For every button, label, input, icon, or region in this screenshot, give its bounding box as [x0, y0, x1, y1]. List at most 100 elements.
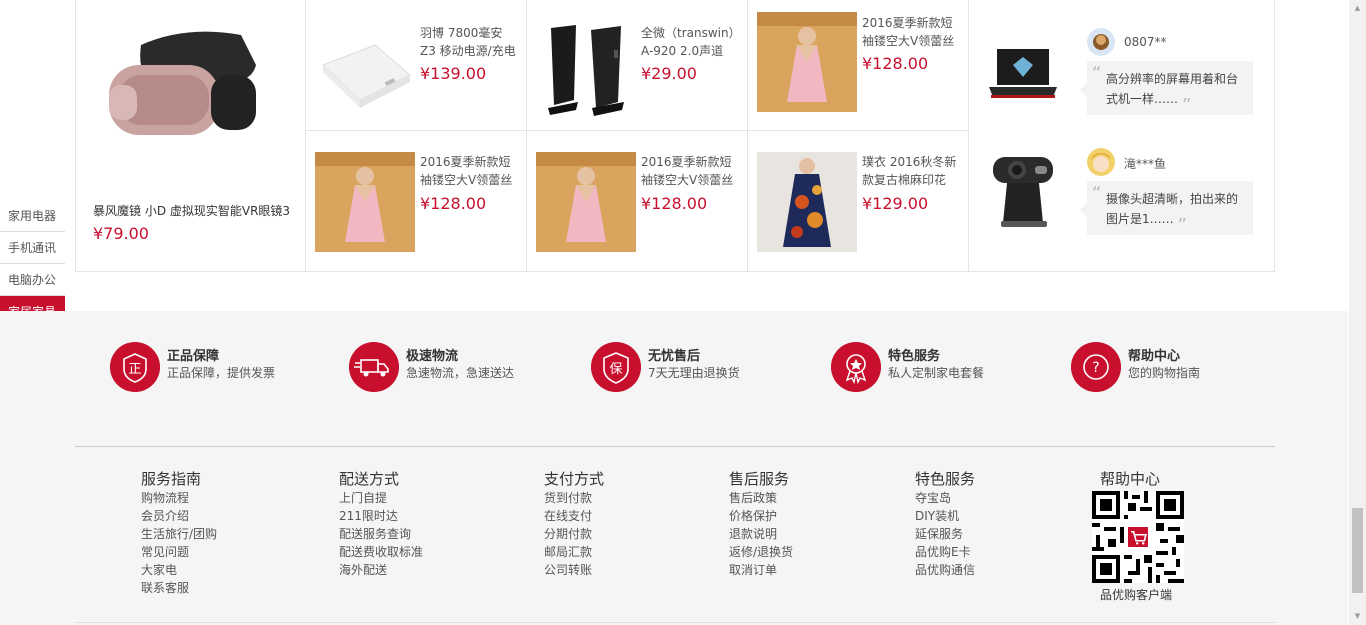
footer-col-service-guide: 服务指南 购物流程 会员介绍 生活旅行/团购 常见问题 大家电 联系客服	[141, 469, 217, 597]
page-scrollbar[interactable]: ▲ ▼	[1349, 0, 1366, 625]
svg-text:?: ?	[1092, 360, 1099, 376]
product-price: ¥29.00	[641, 64, 697, 83]
quote-open-icon: “	[1092, 183, 1102, 204]
webcam-image[interactable]	[987, 149, 1059, 239]
featured-product[interactable]: 暴风魔镜 小D 虚拟现实智能VR眼镜3 ¥79.00	[76, 0, 306, 271]
floral-dress-image[interactable]	[757, 152, 857, 252]
footer-link[interactable]: 海外配送	[339, 561, 423, 579]
service-title: 正品保障	[167, 349, 220, 364]
dress-image[interactable]	[536, 152, 636, 252]
product-price: ¥129.00	[862, 194, 929, 213]
footer-link[interactable]: 分期付款	[544, 525, 604, 543]
medal-icon	[831, 342, 881, 392]
product-card[interactable]: 全微（transwin）A-920 2.0声道 ¥29.00	[527, 0, 748, 131]
product-card[interactable]: 2016夏季新款短袖镂空大V领蕾丝 ¥128.00	[306, 131, 527, 271]
product-price: ¥128.00	[862, 54, 929, 73]
product-name[interactable]: 璞衣 2016秋冬新款复古棉麻印花	[862, 153, 958, 189]
dress-image[interactable]	[315, 152, 415, 252]
footer-link[interactable]: 夺宝岛	[915, 489, 975, 507]
service-desc: 急速物流，急速送达	[406, 366, 515, 380]
scroll-up-arrow-icon[interactable]: ▲	[1349, 0, 1366, 17]
footer-link[interactable]: 品优购通信	[915, 561, 975, 579]
footer-link[interactable]: 联系客服	[141, 579, 217, 597]
laptop-image[interactable]	[987, 45, 1059, 105]
user-avatar	[1087, 28, 1115, 56]
user-avatar	[1087, 148, 1115, 176]
service-desc: 正品保障，提供发票	[167, 366, 276, 380]
footer-link[interactable]: 会员介绍	[141, 507, 217, 525]
quote-open-icon: “	[1092, 63, 1102, 84]
service-title: 无忧售后	[648, 349, 701, 364]
product-card[interactable]: 2016夏季新款短袖镂空大V领蕾丝 ¥128.00	[527, 131, 748, 271]
service-desc: 私人定制家电套餐	[888, 366, 985, 380]
product-card[interactable]: 羽博 7800毫安 Z3 移动电源/充电 ¥139.00	[306, 0, 527, 131]
review-username: 滝***鱼	[1124, 157, 1167, 171]
authentic-icon: 正	[110, 342, 160, 392]
vr-headset-image[interactable]	[101, 25, 271, 145]
guarantee-icon: 保	[591, 342, 641, 392]
floor-nav-item-computers[interactable]: 电脑办公	[0, 264, 65, 296]
footer-link[interactable]: 价格保护	[729, 507, 793, 525]
footer-col-title: 配送方式	[339, 470, 400, 488]
footer-link[interactable]: 配送服务查询	[339, 525, 423, 543]
footer-link[interactable]: 返修/退换货	[729, 543, 793, 561]
product-card[interactable]: 璞衣 2016秋冬新款复古棉麻印花 ¥129.00	[748, 131, 969, 271]
product-card[interactable]: 2016夏季新款短袖镂空大V领蕾丝 ¥128.00	[748, 0, 969, 131]
footer-service-area: 正 正品保障 正品保障，提供发票 极速物流 急速物流，急速送达 保 无忧售后 7…	[0, 311, 1348, 625]
product-name[interactable]: 2016夏季新款短袖镂空大V领蕾丝	[420, 153, 516, 189]
product-name[interactable]: 2016夏季新款短袖镂空大V领蕾丝	[862, 14, 958, 50]
footer-bottom-divider	[75, 622, 1275, 623]
review-item: 滝***鱼 “ 摄像头超清晰，拍出来的图片是1……”	[969, 131, 1275, 262]
scrollbar-thumb[interactable]	[1352, 508, 1363, 593]
featured-product-name[interactable]: 暴风魔镜 小D 虚拟现实智能VR眼镜3	[93, 202, 290, 219]
power-bank-image[interactable]	[315, 20, 415, 120]
product-name[interactable]: 2016夏季新款短袖镂空大V领蕾丝	[641, 153, 737, 189]
product-price: ¥128.00	[641, 194, 708, 213]
footer-link[interactable]: 公司转账	[544, 561, 604, 579]
footer-col-title: 帮助中心	[1100, 470, 1161, 488]
footer-col-special: 特色服务 夺宝岛 DIY装机 延保服务 品优购E卡 品优购通信	[915, 469, 975, 579]
footer-link[interactable]: 购物流程	[141, 489, 217, 507]
review-text: 摄像头超清晰，拍出来的图片是1……	[1106, 192, 1239, 226]
footer-link[interactable]: 配送费收取标准	[339, 543, 423, 561]
product-name[interactable]: 羽博 7800毫安 Z3 移动电源/充电	[420, 24, 516, 60]
review-item: 0807** “ 高分辨率的屏幕用着和台式机一样……”	[969, 0, 1275, 131]
review-bubble: “ 摄像头超清晰，拍出来的图片是1……”	[1080, 181, 1253, 236]
help-icon: ?	[1071, 342, 1121, 392]
footer-divider	[75, 446, 1275, 447]
floor-nav-item-appliances[interactable]: 家用电器	[0, 200, 65, 232]
footer-link[interactable]: 上门自提	[339, 489, 423, 507]
service-desc: 您的购物指南	[1128, 366, 1201, 380]
footer-link[interactable]: 211限时达	[339, 507, 423, 525]
service-desc: 7天无理由退换货	[648, 366, 740, 380]
floor-nav: 家用电器 手机通讯 电脑办公 家居家具	[0, 200, 65, 328]
footer-link[interactable]: 售后政策	[729, 489, 793, 507]
footer-link[interactable]: 退款说明	[729, 525, 793, 543]
dress-image[interactable]	[757, 12, 857, 112]
product-name[interactable]: 全微（transwin）A-920 2.0声道	[641, 24, 737, 60]
footer-link[interactable]: 货到付款	[544, 489, 604, 507]
footer-link[interactable]: 延保服务	[915, 525, 975, 543]
footer-link[interactable]: 常见问题	[141, 543, 217, 561]
footer-link[interactable]: 品优购E卡	[915, 543, 975, 561]
footer-col-help: 帮助中心	[1100, 469, 1160, 489]
footer-link[interactable]: 在线支付	[544, 507, 604, 525]
service-title: 特色服务	[888, 349, 941, 364]
qr-code-image[interactable]	[1092, 491, 1184, 583]
footer-col-title: 售后服务	[729, 470, 790, 488]
footer-link[interactable]: DIY装机	[915, 507, 975, 525]
service-title: 极速物流	[406, 349, 459, 364]
footer-col-aftersales: 售后服务 售后政策 价格保护 退款说明 返修/退换货 取消订单	[729, 469, 793, 579]
floor-nav-item-phones[interactable]: 手机通讯	[0, 232, 65, 264]
review-username: 0807**	[1124, 35, 1167, 49]
svg-text:正: 正	[128, 362, 141, 377]
footer-link[interactable]: 大家电	[141, 561, 217, 579]
footer-col-delivery: 配送方式 上门自提 211限时达 配送服务查询 配送费收取标准 海外配送	[339, 469, 423, 579]
product-price: ¥139.00	[420, 64, 487, 83]
footer-link[interactable]: 取消订单	[729, 561, 793, 579]
speaker-image[interactable]	[536, 20, 636, 120]
footer-link[interactable]: 生活旅行/团购	[141, 525, 217, 543]
footer-link[interactable]: 邮局汇款	[544, 543, 604, 561]
footer-col-title: 支付方式	[544, 470, 605, 488]
scroll-down-arrow-icon[interactable]: ▼	[1349, 608, 1366, 625]
